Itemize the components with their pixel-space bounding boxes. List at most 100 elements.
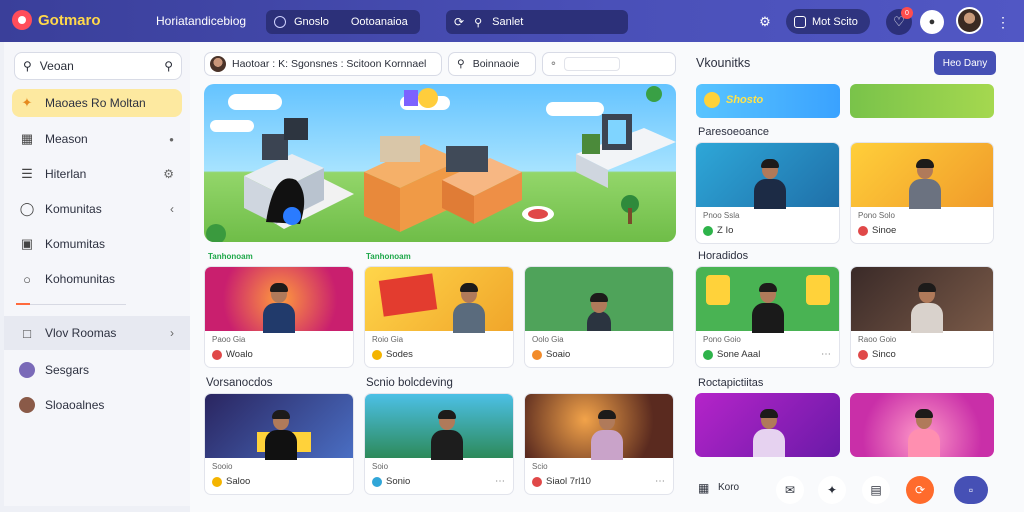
sidebar-item-3[interactable]: ◯ Komunitas ‹ xyxy=(12,195,182,223)
video-card[interactable]: Raoo Goio Sinco xyxy=(850,266,994,368)
more-options-icon[interactable]: ⋯ xyxy=(821,349,831,360)
sidebar-item-1[interactable]: ▦ Meason ● xyxy=(12,125,182,153)
status-dot xyxy=(532,476,542,487)
divider xyxy=(16,303,126,305)
chat-icon[interactable]: ▫ xyxy=(954,476,988,504)
card-title: Saloo xyxy=(226,476,251,487)
panel-action-button[interactable]: Heo Dany xyxy=(934,51,996,75)
card-subtitle: Pono Solo xyxy=(858,211,895,220)
status-dot xyxy=(858,349,868,360)
clipboard-icon[interactable]: ▤ xyxy=(862,476,890,504)
video-card[interactable]: Scio Siaol 7rl10 ⋯ xyxy=(524,393,674,495)
sidebar-item-label: Hiterlan xyxy=(45,167,87,181)
status-dot xyxy=(703,225,713,236)
card-title: Sinco xyxy=(872,349,896,360)
view-option-left[interactable]: Gnoslo xyxy=(294,16,329,28)
sidebar-item-4[interactable]: ▣ Komumitas xyxy=(12,230,182,258)
video-card[interactable] xyxy=(695,393,840,457)
avatar xyxy=(19,362,35,378)
sidebar-item-5[interactable]: ○ Kohomunitas xyxy=(12,265,182,293)
card-title: Siaol 7rl10 xyxy=(546,476,591,487)
nav-title[interactable]: Horiatandicebiog xyxy=(156,14,246,28)
filter-chip-label: Boinnaoie xyxy=(472,58,520,70)
chevron-left-icon[interactable]: ‹ xyxy=(170,202,174,216)
sidebar-item-8[interactable]: Sloaoalnes xyxy=(12,391,182,419)
video-card[interactable]: Pnoo Ssla Z Io xyxy=(695,142,840,244)
search-icon: ⚲ xyxy=(474,16,483,29)
card-thumbnail xyxy=(525,394,673,460)
section-title: Roctapictiitas xyxy=(698,377,764,389)
avatar[interactable] xyxy=(956,7,983,34)
section-title: Horadidos xyxy=(698,250,749,262)
top-search[interactable]: ⟳ ⚲ Sanlet xyxy=(446,10,628,34)
puzzle-icon: ✦ xyxy=(21,95,33,110)
promo-banner[interactable] xyxy=(850,84,994,118)
logo[interactable]: Gotmaro xyxy=(12,10,101,30)
hero-banner[interactable] xyxy=(204,84,676,242)
user-icon[interactable]: ● xyxy=(920,10,944,34)
card-title: Sone Aaal xyxy=(717,349,761,360)
sidebar-item-label: Sesgars xyxy=(45,363,90,377)
sidebar: ⚲ Veoan ⚲ ✦ Maoaes Ro Moltan ▦ Meason ● … xyxy=(4,42,190,506)
video-card[interactable]: Pono Goio Sone Aaal ⋯ xyxy=(695,266,840,368)
cta-button[interactable]: Mot Scito xyxy=(786,9,870,34)
list-icon: ☰ xyxy=(21,166,33,181)
card-subtitle: Pono Goio xyxy=(703,335,741,344)
cta-label: Mot Scito xyxy=(812,15,858,28)
video-card[interactable]: Pono Solo Sinoe xyxy=(850,142,994,244)
video-card[interactable]: Soio Sonio ⋯ xyxy=(364,393,514,495)
sidebar-item-7[interactable]: Sesgars xyxy=(12,356,182,384)
sidebar-item-6[interactable]: □ Vlov Roomas › xyxy=(12,319,182,347)
pin-icon[interactable]: ✦ xyxy=(818,476,846,504)
promo-banner[interactable]: Shosto xyxy=(696,84,840,118)
video-card[interactable] xyxy=(850,393,994,457)
magnifier-icon[interactable]: ⚲ xyxy=(164,59,173,73)
avatar xyxy=(210,56,226,72)
section-title: Scnio bolcdeving xyxy=(366,377,453,389)
card-title: Woalo xyxy=(226,349,253,360)
inbox-icon[interactable]: ✉ xyxy=(776,476,804,504)
card-subtitle: Oolo Gia xyxy=(532,335,564,344)
view-switcher[interactable]: Gnoslo Ootoanaioa xyxy=(266,10,420,34)
status-dot xyxy=(703,349,713,360)
card-title: Z Io xyxy=(717,225,734,236)
status-dot xyxy=(212,349,222,360)
grid-icon[interactable]: ▦ xyxy=(698,481,709,495)
sidebar-item-0[interactable]: ✦ Maoaes Ro Moltan xyxy=(12,89,182,117)
logo-icon xyxy=(12,10,32,30)
breadcrumb[interactable]: Haotoar : K: Sgonsnes : Scitoon Kornnael xyxy=(204,52,442,76)
breadcrumb-text: Haotoar : K: Sgonsnes : Scitoon Kornnael xyxy=(232,58,427,70)
sidebar-item-2[interactable]: ☰ Hiterlan ⚙ xyxy=(12,160,182,188)
card-subtitle: Soio xyxy=(372,462,389,471)
video-card[interactable]: Sooio Saloo xyxy=(204,393,354,495)
card-thumbnail xyxy=(205,267,353,333)
sidebar-item-label: Vlov Roomas xyxy=(45,326,117,340)
sidebar-item-label: Meason xyxy=(45,132,88,146)
gear-icon[interactable]: ⚙ xyxy=(752,9,778,35)
filter-box[interactable] xyxy=(563,57,620,71)
shield-icon xyxy=(794,15,806,28)
video-card[interactable]: Roio Gia Sodes xyxy=(364,266,514,368)
chevron-right-icon[interactable]: › xyxy=(170,326,174,340)
circle-icon: ○ xyxy=(23,271,31,287)
card-subtitle: Sooio xyxy=(212,462,233,471)
more-options-icon[interactable]: ⋯ xyxy=(655,476,665,487)
video-card[interactable]: Oolo Gia Soaio xyxy=(524,266,674,368)
more-options-icon[interactable]: ⋯ xyxy=(495,476,505,487)
section-tag-secondary: Tanhonoam xyxy=(366,252,411,261)
refresh-icon[interactable]: ⟳ xyxy=(906,476,934,504)
sidebar-search-input[interactable]: ⚲ Veoan ⚲ xyxy=(14,52,182,80)
main-content: Haotoar : K: Sgonsnes : Scitoon Kornnael… xyxy=(190,42,1024,512)
settings-icon[interactable]: ⚙ xyxy=(163,167,174,181)
refresh-icon[interactable]: ⟳ xyxy=(454,15,464,29)
filter-input[interactable]: ⚬ xyxy=(542,52,676,76)
card-thumbnail xyxy=(365,394,513,460)
search-icon: ⚲ xyxy=(23,59,32,73)
view-option-right[interactable]: Ootoanaioa xyxy=(351,16,408,28)
menu-dots-icon[interactable]: ⋮ xyxy=(990,9,1016,35)
sidebar-item-label: Kohomunitas xyxy=(45,272,116,286)
sidebar-search-text: Veoan xyxy=(39,59,74,73)
filter-chip[interactable]: ⚲ Boinnaoie xyxy=(448,52,536,76)
card-subtitle: Paoo Gia xyxy=(212,335,246,344)
video-card[interactable]: Paoo Gia Woalo xyxy=(204,266,354,368)
